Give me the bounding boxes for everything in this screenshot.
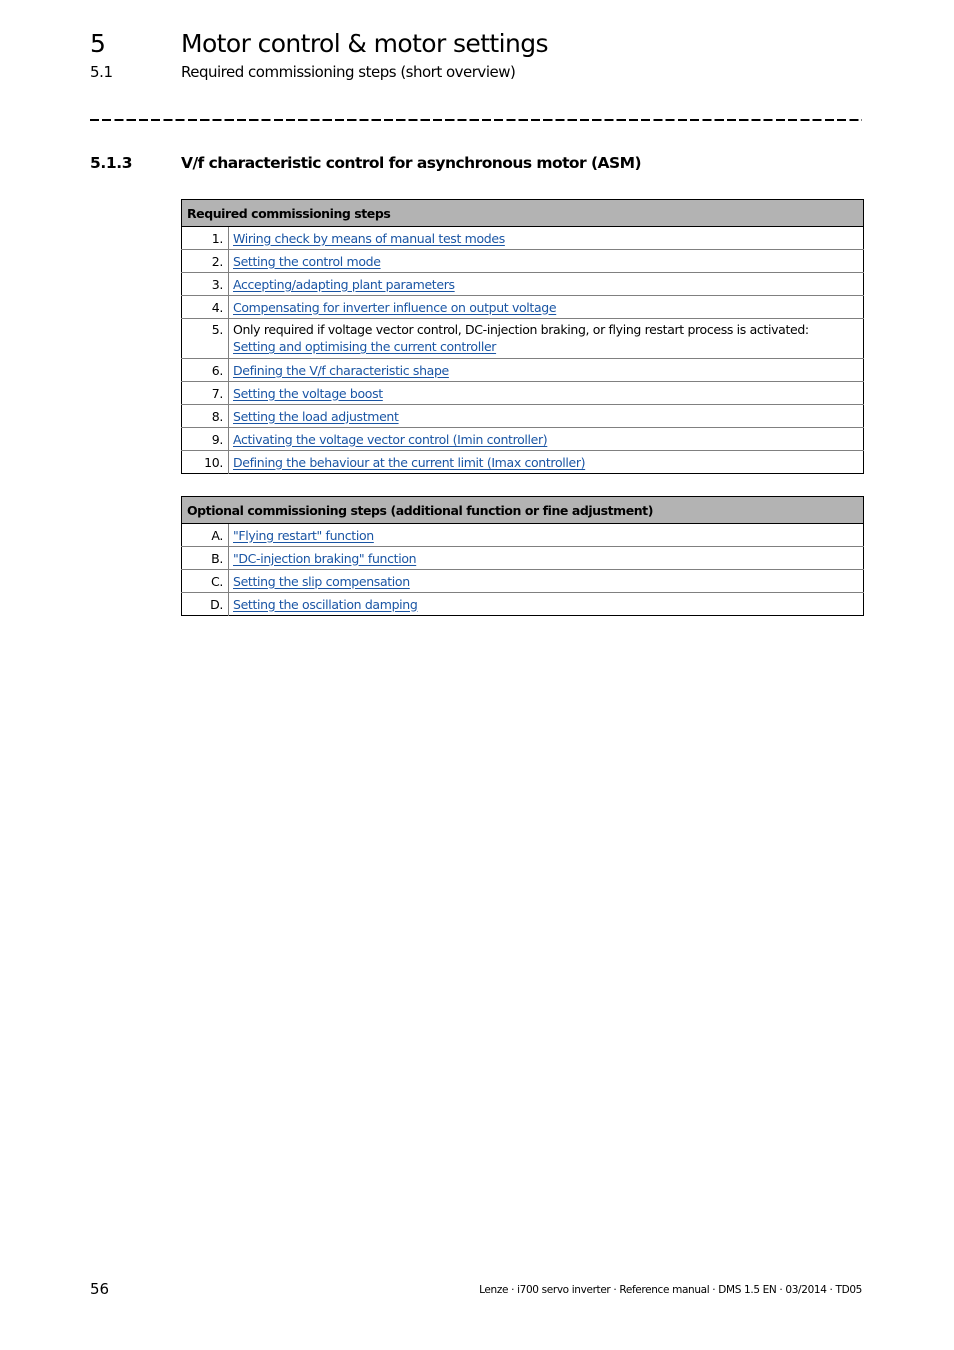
table-row: 3. Accepting/adapting plant parameters [181,272,864,296]
section-number: 5.1 [90,63,113,81]
step-link-load-adjustment[interactable]: Setting the load adjustment [233,409,399,424]
step-index: 6. [181,358,229,382]
table-row: B. "DC-injection braking" function [181,546,864,570]
step-link-control-mode[interactable]: Setting the control mode [233,254,381,269]
table-row: 6. Defining the V/f characteristic shape [181,358,864,382]
step-index: 3. [181,272,229,296]
step-link-dc-injection-braking[interactable]: "DC-injection braking" function [233,551,417,566]
step-link-wiring-check[interactable]: Wiring check by means of manual test mod… [233,231,505,246]
step-link-vf-shape[interactable]: Defining the V/f characteristic shape [233,363,449,378]
step-index: B. [181,546,229,570]
table-row: 9. Activating the voltage vector control… [181,427,864,451]
step-link-plant-parameters[interactable]: Accepting/adapting plant parameters [233,277,455,292]
step-link-flying-restart[interactable]: "Flying restart" function [233,528,374,543]
section-title: Required commissioning steps (short over… [181,63,516,81]
footer-document-info: Lenze · i700 servo inverter · Reference … [479,1284,862,1296]
required-steps-heading: Required commissioning steps [181,199,864,227]
chapter-number: 5 [90,29,106,58]
table-row: C. Setting the slip compensation [181,569,864,593]
table-row: 1. Wiring check by means of manual test … [181,226,864,250]
step-link-inverter-compensation[interactable]: Compensating for inverter influence on o… [233,300,557,315]
table-row: 5. Only required if voltage vector contr… [181,318,864,359]
page-number: 56 [90,1280,110,1298]
step-link-slip-compensation[interactable]: Setting the slip compensation [233,574,410,589]
subsection-number: 5.1.3 [90,154,133,172]
table-row: 4. Compensating for inverter influence o… [181,295,864,319]
step-index: 7. [181,381,229,405]
table-header-row: Required commissioning steps [181,199,864,227]
step-note: Only required if voltage vector control,… [233,322,809,337]
step-index: 2. [181,249,229,273]
table-header-row: Optional commissioning steps (additional… [181,496,864,524]
step-link-imax-controller[interactable]: Defining the behaviour at the current li… [233,455,586,470]
chapter-title: Motor control & motor settings [181,29,549,58]
required-steps-table: Required commissioning steps 1. Wiring c… [181,199,864,474]
optional-steps-table: Optional commissioning steps (additional… [181,496,864,616]
step-link-oscillation-damping[interactable]: Setting the oscillation damping [233,597,418,612]
step-link-voltage-boost[interactable]: Setting the voltage boost [233,386,383,401]
table-row: 10. Defining the behaviour at the curren… [181,450,864,474]
subsection-title: V/f characteristic control for asynchron… [181,154,642,172]
table-row: 2. Setting the control mode [181,249,864,273]
step-index: 9. [181,427,229,451]
table-row: A. "Flying restart" function [181,523,864,547]
step-index: 5. [181,318,229,359]
step-index: C. [181,569,229,593]
table-row: 8. Setting the load adjustment [181,404,864,428]
step-index: 1. [181,226,229,250]
step-index: 4. [181,295,229,319]
step-index: D. [181,592,229,616]
step-index: 10. [181,450,229,474]
step-link-imin-controller[interactable]: Activating the voltage vector control (I… [233,432,548,447]
step-index: 8. [181,404,229,428]
optional-steps-heading: Optional commissioning steps (additional… [181,496,864,524]
table-row: D. Setting the oscillation damping [181,592,864,616]
step-index: A. [181,523,229,547]
table-row: 7. Setting the voltage boost [181,381,864,405]
dashed-divider [90,119,862,121]
step-link-current-controller[interactable]: Setting and optimising the current contr… [233,339,496,354]
